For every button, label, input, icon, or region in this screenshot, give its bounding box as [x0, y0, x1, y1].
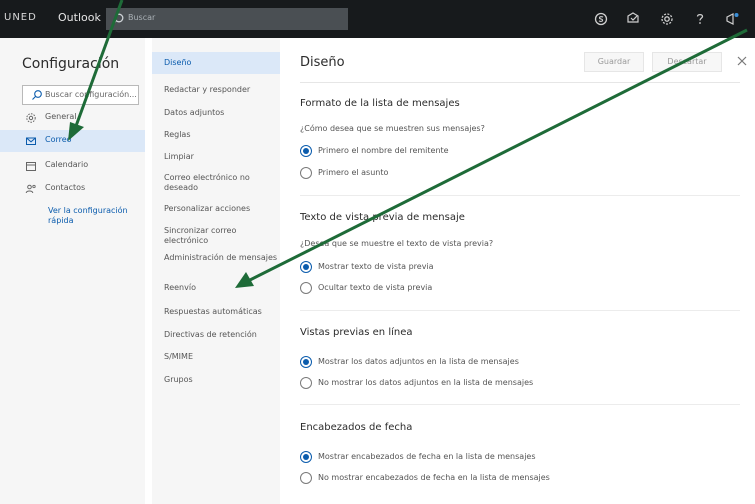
- radio-label: Ocultar texto de vista previa: [318, 283, 433, 292]
- search-placeholder: Buscar: [128, 13, 156, 22]
- submenu-item-correo-no-deseado[interactable]: Correo electrónico no deseado: [152, 173, 280, 193]
- section-question: ¿Cómo desea que se muestren sus mensajes…: [300, 124, 485, 133]
- radio-label: No mostrar encabezados de fecha en la li…: [318, 473, 550, 482]
- submenu-item-datos-adjuntos[interactable]: Datos adjuntos: [152, 108, 280, 118]
- radio-label: Primero el nombre del remitente: [318, 146, 449, 155]
- radio-button[interactable]: [300, 356, 312, 368]
- top-bar: UNED Outlook Buscar: [0, 0, 755, 38]
- submenu-item-diseno[interactable]: Diseño: [152, 52, 280, 74]
- nav-item-general[interactable]: General: [0, 107, 145, 129]
- app-name[interactable]: Outlook: [58, 11, 101, 24]
- nav-item-contactos[interactable]: Contactos: [0, 178, 145, 200]
- submenu-item-limpiar[interactable]: Limpiar: [152, 152, 280, 162]
- nav-item-label: Contactos: [45, 183, 86, 192]
- page-title: Diseño: [300, 55, 345, 70]
- search-icon: [32, 90, 42, 100]
- section-divider: [300, 310, 740, 311]
- submenu-item-smime[interactable]: S/MIME: [152, 352, 280, 362]
- settings-search-input[interactable]: Buscar configuración...: [22, 85, 139, 105]
- section-divider: [300, 195, 740, 196]
- radio-button[interactable]: [300, 451, 312, 463]
- nav-item-label: General: [45, 112, 77, 121]
- radio-button[interactable]: [300, 145, 312, 157]
- section-title-inline-previews: Vistas previas en línea: [300, 327, 413, 338]
- radio-label: Mostrar los datos adjuntos en la lista d…: [318, 357, 519, 366]
- settings-nav: Configuración Buscar configuración... Ge…: [0, 38, 145, 504]
- radio-button[interactable]: [300, 167, 312, 179]
- section-title-preview-text: Texto de vista previa de mensaje: [300, 212, 465, 223]
- brand-logo: UNED: [4, 12, 37, 23]
- close-icon[interactable]: [736, 55, 748, 67]
- help-icon[interactable]: [692, 11, 708, 27]
- calendar-icon: [26, 162, 36, 171]
- save-button[interactable]: Guardar: [584, 52, 644, 72]
- submenu-item-sincronizar-correo[interactable]: Sincronizar correo electrónico: [152, 226, 280, 246]
- section-divider: [300, 404, 740, 405]
- mail-settings-submenu: Diseño Redactar y responder Datos adjunt…: [152, 38, 280, 504]
- section-title-message-list-format: Formato de la lista de mensajes: [300, 98, 460, 109]
- discard-button[interactable]: Descartar: [652, 52, 722, 72]
- nav-item-label: Calendario: [45, 160, 89, 169]
- submenu-item-reenvio[interactable]: Reenvío: [152, 283, 280, 293]
- radio-button[interactable]: [300, 282, 312, 294]
- radio-label: Primero el asunto: [318, 168, 389, 177]
- settings-search-placeholder: Buscar configuración...: [45, 90, 137, 99]
- submenu-item-grupos[interactable]: Grupos: [152, 375, 280, 385]
- radio-button[interactable]: [300, 261, 312, 273]
- section-title-date-headers: Encabezados de fecha: [300, 422, 413, 433]
- header-divider: [300, 82, 740, 83]
- radio-button[interactable]: [300, 377, 312, 389]
- settings-gear-icon[interactable]: [659, 11, 675, 27]
- mail-search-input[interactable]: Buscar: [106, 8, 348, 30]
- nav-item-correo[interactable]: Correo: [0, 130, 145, 152]
- notification-icon[interactable]: [625, 11, 641, 27]
- search-icon: [112, 13, 124, 25]
- radio-button[interactable]: [300, 472, 312, 484]
- settings-title: Configuración: [22, 56, 120, 72]
- section-question: ¿Desea que se muestre el texto de vista …: [300, 239, 494, 248]
- submenu-item-personalizar-acciones[interactable]: Personalizar acciones: [152, 204, 280, 214]
- radio-label: Mostrar texto de vista previa: [318, 262, 434, 271]
- gear-icon: [26, 113, 36, 123]
- submenu-item-directivas-retencion[interactable]: Directivas de retención: [152, 330, 280, 340]
- contacts-icon: [25, 184, 36, 194]
- submenu-item-administracion-mensajes[interactable]: Administración de mensajes: [152, 253, 280, 263]
- quick-settings-link[interactable]: Ver la configuración rápida: [48, 206, 140, 226]
- mail-icon: [26, 137, 36, 145]
- nav-item-calendario[interactable]: Calendario: [0, 155, 145, 177]
- submenu-item-reglas[interactable]: Reglas: [152, 130, 280, 140]
- nav-item-label: Correo: [45, 135, 72, 144]
- layout-settings-panel: Diseño Guardar Descartar Formato de la l…: [286, 38, 755, 504]
- megaphone-icon[interactable]: [724, 11, 740, 27]
- submenu-item-redactar[interactable]: Redactar y responder: [152, 85, 280, 95]
- submenu-item-respuestas-automaticas[interactable]: Respuestas automáticas: [152, 307, 280, 317]
- radio-label: No mostrar los datos adjuntos en la list…: [318, 378, 534, 387]
- radio-label: Mostrar encabezados de fecha en la lista…: [318, 452, 536, 461]
- skype-icon[interactable]: [593, 11, 609, 27]
